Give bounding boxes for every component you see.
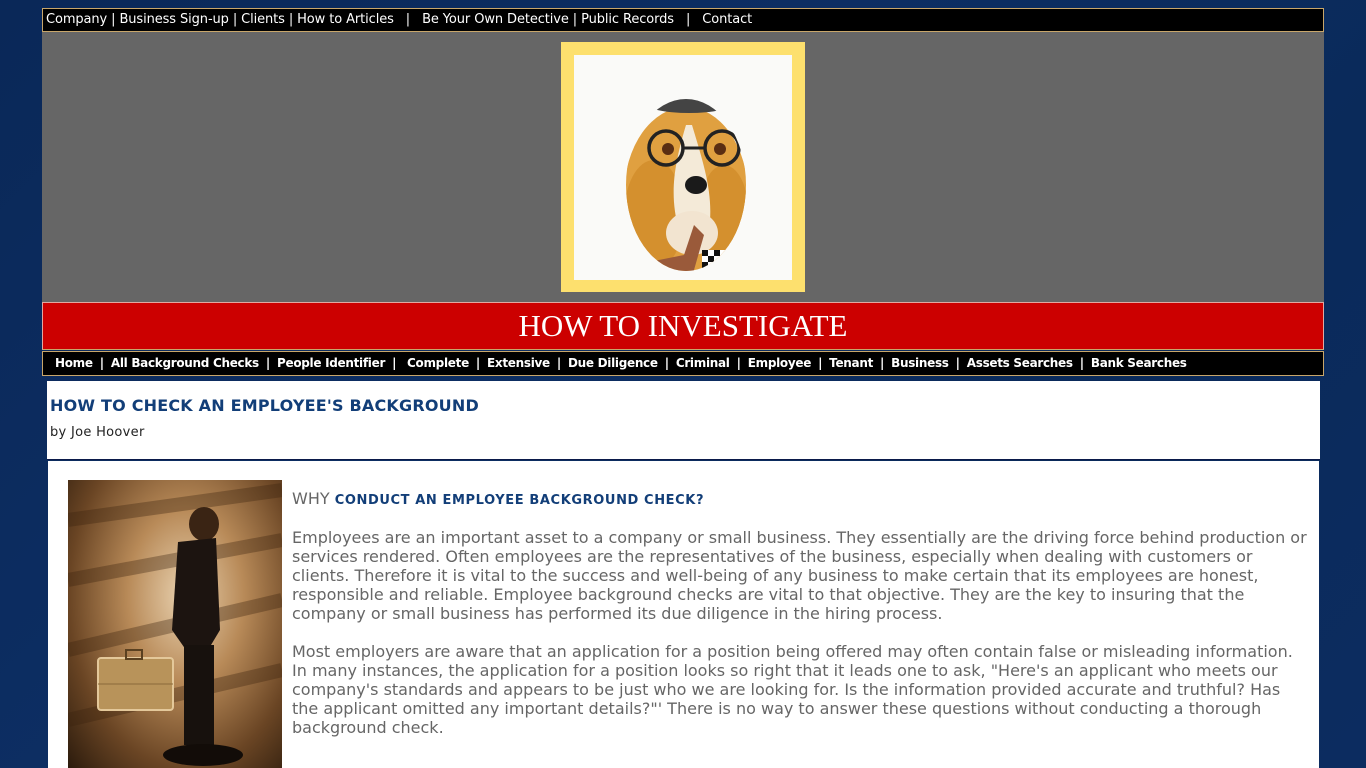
- article-title: HOW TO CHECK AN EMPLOYEE'S BACKGROUND: [50, 396, 479, 415]
- banner: [42, 32, 1324, 302]
- nav-employee[interactable]: Employee: [748, 356, 812, 370]
- top-nav-be-your-own-detective[interactable]: Be Your Own Detective: [422, 12, 569, 27]
- article-paragraph: Employees are an important asset to a co…: [292, 528, 1307, 623]
- article-content: WHY CONDUCT AN EMPLOYEE BACKGROUND CHECK…: [292, 489, 1307, 756]
- section-heading: WHY CONDUCT AN EMPLOYEE BACKGROUND CHECK…: [292, 489, 1307, 510]
- separator: |: [232, 12, 238, 27]
- article-header: HOW TO CHECK AN EMPLOYEE'S BACKGROUND by…: [47, 381, 1320, 460]
- nav-assets-searches[interactable]: Assets Searches: [967, 356, 1073, 370]
- article-byline: by Joe Hoover: [50, 425, 145, 440]
- separator: |: [572, 12, 578, 27]
- separator: |: [475, 356, 480, 370]
- detective-dog-logo: [574, 55, 792, 280]
- nav-due-diligence[interactable]: Due Diligence: [568, 356, 658, 370]
- article-body: WHY CONDUCT AN EMPLOYEE BACKGROUND CHECK…: [48, 461, 1319, 768]
- top-navigation: Company | Business Sign-up | Clients | How to …: [42, 8, 1324, 32]
- nav-extensive[interactable]: Extensive: [487, 356, 550, 370]
- top-nav-contact[interactable]: Contact: [702, 12, 752, 27]
- nav-bank-searches[interactable]: Bank Searches: [1091, 356, 1187, 370]
- separator: |: [818, 356, 823, 370]
- separator: |: [685, 12, 691, 27]
- top-nav-business-signup[interactable]: Business Sign-up: [119, 12, 229, 27]
- separator: |: [664, 356, 669, 370]
- top-nav-how-to-articles[interactable]: How to Articles: [297, 12, 394, 27]
- site-title-bar: HOW TO INVESTIGATE: [42, 302, 1324, 350]
- main-navigation: Home | All Background Checks | People Identi…: [42, 351, 1324, 376]
- dog-illustration-icon: [626, 99, 746, 271]
- nav-criminal[interactable]: Criminal: [676, 356, 730, 370]
- section-heading-text: CONDUCT AN EMPLOYEE BACKGROUND CHECK?: [334, 493, 705, 508]
- separator: |: [99, 356, 104, 370]
- top-nav-company[interactable]: Company: [46, 12, 107, 27]
- section-heading-prefix: WHY: [292, 489, 330, 508]
- nav-people-identifier[interactable]: People Identifier: [277, 356, 385, 370]
- separator: |: [955, 356, 960, 370]
- separator: |: [736, 356, 741, 370]
- top-nav-clients[interactable]: Clients: [241, 12, 285, 27]
- separator: |: [111, 12, 116, 27]
- top-nav-public-records[interactable]: Public Records: [581, 12, 674, 27]
- article-paragraph: Most employers are aware that an applica…: [292, 642, 1293, 737]
- separator: |: [880, 356, 885, 370]
- site-title: HOW TO INVESTIGATE: [518, 308, 848, 343]
- separator: |: [392, 356, 401, 370]
- nav-tenant[interactable]: Tenant: [829, 356, 873, 370]
- businessman-image-icon: [68, 483, 282, 766]
- separator: |: [265, 356, 270, 370]
- businessman-photo: [68, 480, 282, 768]
- separator: |: [1079, 356, 1084, 370]
- separator: |: [405, 12, 411, 27]
- separator: |: [556, 356, 561, 370]
- nav-home[interactable]: Home: [55, 356, 93, 370]
- separator: |: [288, 12, 294, 27]
- logo-frame[interactable]: [561, 42, 805, 292]
- nav-all-background-checks[interactable]: All Background Checks: [111, 356, 259, 370]
- nav-complete[interactable]: Complete: [407, 356, 469, 370]
- nav-business[interactable]: Business: [891, 356, 949, 370]
